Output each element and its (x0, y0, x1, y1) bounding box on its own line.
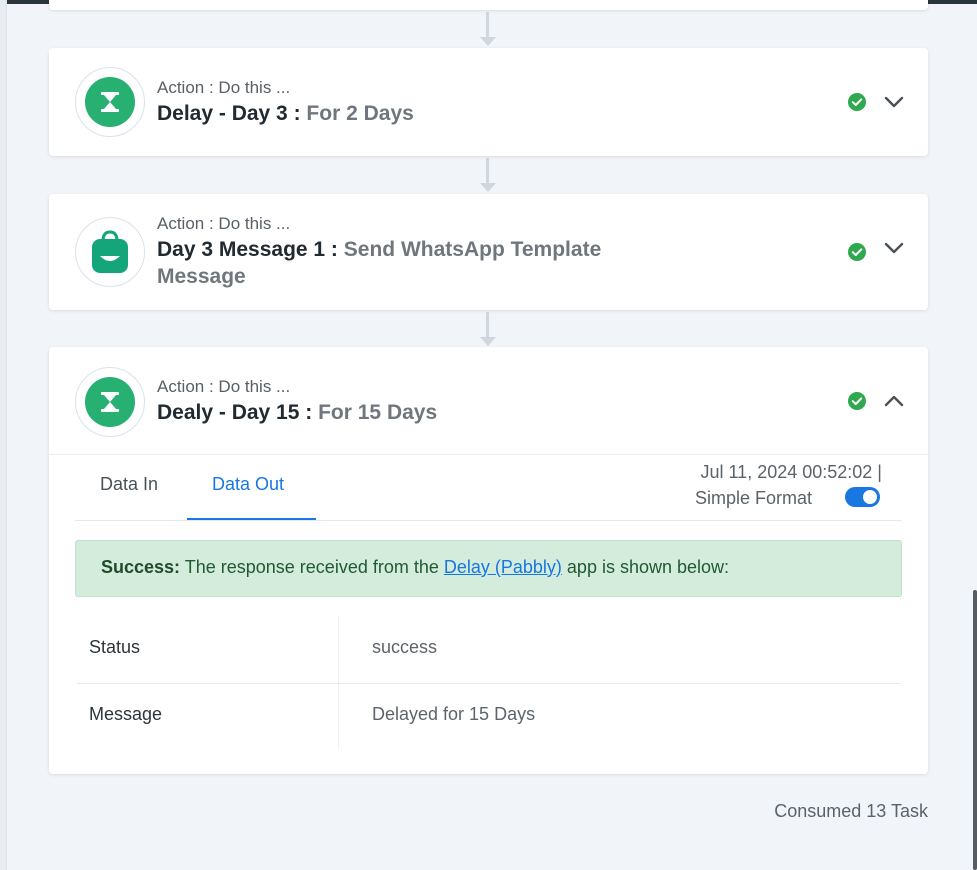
step-name: Delay - Day 3 : (157, 102, 301, 125)
alert-text-after: app is shown below: (561, 557, 730, 577)
hourglass-icon (85, 77, 135, 127)
step-card-delay-day-3[interactable]: Action : Do this ... Delay - Day 3 : For… (49, 48, 928, 156)
step-connector (486, 312, 489, 338)
tab-data-in[interactable]: Data In (100, 474, 158, 495)
whatsapp-bag-icon (92, 230, 128, 273)
previous-step-card (49, 0, 928, 10)
column-divider (338, 617, 339, 683)
step-subtitle: For 15 Days (318, 401, 438, 424)
row-value: success (372, 637, 438, 657)
success-check-icon (848, 243, 866, 261)
alert-prefix: Success: (101, 557, 181, 577)
success-check-icon (848, 93, 866, 111)
simple-format-toggle[interactable] (845, 487, 880, 507)
connector-arrow-icon (480, 183, 496, 192)
connector-arrow-icon (480, 337, 496, 346)
consumed-tasks: Consumed 13 Task (774, 801, 928, 821)
step-title: Delay - Day 3 : For 2 Days (157, 100, 677, 127)
data-tabs: Data In Data Out Jul 11, 2024 00:52:02 |… (75, 452, 902, 521)
step-icon-ring (75, 67, 145, 137)
column-divider (338, 684, 339, 750)
step-name: Dealy - Day 15 : (157, 401, 313, 424)
step-action-label: Action : Do this ... (157, 214, 291, 233)
chevron-up-icon[interactable] (884, 394, 904, 408)
alert-text: Success: The response received from the … (101, 557, 729, 578)
step-icon-ring (75, 367, 145, 437)
alert-text-before: The response received from the (180, 557, 444, 577)
chevron-down-icon[interactable] (884, 241, 904, 255)
active-tab-indicator (187, 518, 316, 520)
step-connector (486, 158, 489, 184)
tab-data-out[interactable]: Data Out (212, 474, 284, 495)
step-action-label: Action : Do this ... (157, 377, 291, 396)
table-row: Status success (77, 617, 900, 684)
step-action-label: Action : Do this ... (157, 78, 291, 97)
simple-format-label: Simple Format (695, 488, 813, 508)
left-panel-edge (0, 0, 7, 870)
row-value: Delayed for 15 Days (372, 704, 536, 724)
hourglass-icon (85, 377, 135, 427)
step-subtitle: For 2 Days (306, 102, 414, 125)
step-title: Day 3 Message 1 : Send WhatsApp Template… (157, 236, 677, 290)
success-alert: Success: The response received from the … (75, 540, 902, 597)
row-key: Status (89, 637, 141, 657)
run-timestamp: Jul 11, 2024 00:52:02 | (700, 462, 883, 482)
step-icon-ring (75, 217, 145, 287)
success-check-icon (848, 392, 866, 410)
connector-arrow-icon (480, 37, 496, 46)
table-row: Message Delayed for 15 Days (77, 684, 900, 750)
chevron-down-icon[interactable] (884, 95, 904, 109)
step-card-day-3-message-1[interactable]: Action : Do this ... Day 3 Message 1 : S… (49, 194, 928, 310)
row-key: Message (89, 704, 163, 724)
step-card-dealy-day-15[interactable]: Action : Do this ... Dealy - Day 15 : Fo… (49, 347, 928, 774)
scrollbar[interactable] (973, 590, 977, 870)
step-title: Dealy - Day 15 : For 15 Days (157, 399, 677, 426)
step-name: Day 3 Message 1 : (157, 238, 338, 261)
delay-pabbly-link[interactable]: Delay (Pabbly) (444, 557, 562, 577)
toggle-knob (863, 490, 877, 504)
step-connector (486, 12, 489, 38)
